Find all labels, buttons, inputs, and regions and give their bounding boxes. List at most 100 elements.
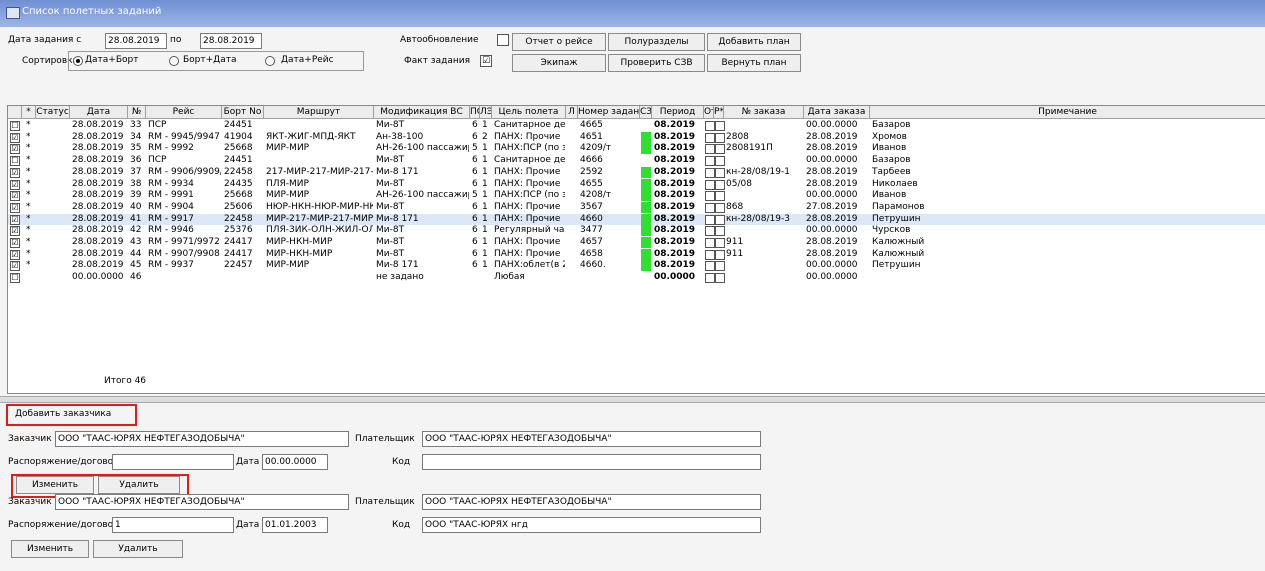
column-header-p[interactable]: Р* bbox=[714, 106, 724, 119]
order-input-1[interactable] bbox=[112, 454, 234, 470]
table-row[interactable]: ☑ * 28.08.2019 35 RM - 9992 25668 МИР-МИР АН-26… bbox=[8, 143, 1265, 155]
column-header-otch[interactable]: Отч bbox=[704, 106, 714, 119]
row-checkbox[interactable]: ☑ bbox=[10, 226, 20, 237]
table-row[interactable]: ☑ * 28.08.2019 39 RM - 9991 25668 МИР-МИР АН-26… bbox=[8, 190, 1265, 202]
row-checkbox[interactable]: ☑ bbox=[10, 179, 20, 190]
column-header-task[interactable]: Номер задания bbox=[578, 106, 640, 119]
table-row[interactable]: ☑ * 28.08.2019 44 RM - 9907/9908 24417 МИР-НКН… bbox=[8, 248, 1265, 260]
table-row[interactable]: ☑ * 28.08.2019 34 RM - 9945/9947 41904 ЯКТ-ЖИГ… bbox=[8, 131, 1265, 143]
report-checkbox[interactable] bbox=[705, 249, 715, 260]
column-header-board[interactable]: Борт No bbox=[222, 106, 264, 119]
row-checkbox[interactable]: ☑ bbox=[10, 191, 20, 202]
column-header-order[interactable]: № заказа bbox=[724, 106, 804, 119]
date-input-2[interactable]: 01.01.2003 bbox=[262, 517, 328, 533]
p-checkbox[interactable] bbox=[715, 167, 725, 178]
row-checkbox[interactable]: ☑ bbox=[10, 261, 20, 272]
column-header-route[interactable]: Маршрут bbox=[264, 106, 374, 119]
panel-splitter[interactable] bbox=[0, 396, 1265, 403]
payer-input-2[interactable]: ООО "ТААС-ЮРЯХ НЕФТЕГАЗОДОБЫЧА" bbox=[422, 494, 761, 510]
sort-date-board-radio[interactable] bbox=[73, 56, 83, 66]
column-header-status[interactable]: Статус bbox=[36, 106, 70, 119]
table-row[interactable]: ☐ 00.00.0000 46 не задано Любая 00.0000 00.00.… bbox=[8, 272, 1265, 284]
column-header-szv[interactable]: СЗВ bbox=[640, 106, 652, 119]
table-row[interactable]: ☑ * 28.08.2019 41 RM - 9917 22458 МИР-217-МИР-… bbox=[8, 213, 1265, 225]
flight-report-button[interactable]: Отчет о рейсе bbox=[512, 33, 606, 51]
p-checkbox[interactable] bbox=[715, 121, 725, 131]
payer-input-1[interactable]: ООО "ТААС-ЮРЯХ НЕФТЕГАЗОДОБЫЧА" bbox=[422, 431, 761, 447]
p-checkbox[interactable] bbox=[715, 261, 725, 272]
column-header-l[interactable]: Л bbox=[566, 106, 578, 119]
report-checkbox[interactable] bbox=[705, 261, 715, 272]
row-checkbox[interactable]: ☐ bbox=[10, 273, 20, 284]
delete-customer-button-2[interactable]: Удалить bbox=[93, 540, 183, 558]
row-checkbox[interactable]: ☑ bbox=[10, 214, 20, 225]
column-header-note[interactable]: Примечание bbox=[870, 106, 1265, 119]
p-checkbox[interactable] bbox=[715, 191, 725, 202]
report-checkbox[interactable] bbox=[705, 191, 715, 202]
table-row[interactable]: ☐ * 28.08.2019 33 ПСР 24451 Ми-8Т 6 1 Санитарное … bbox=[8, 120, 1265, 131]
report-checkbox[interactable] bbox=[705, 214, 715, 225]
table-row[interactable]: ☑ * 28.08.2019 42 RM - 9946 25376 ПЛЯ-ЗЙК-ОЛН-… bbox=[8, 225, 1265, 237]
table-row[interactable]: ☑ * 28.08.2019 43 RM - 9971/9972 24417 МИР-НКН… bbox=[8, 237, 1265, 248]
column-header-purpose[interactable]: Цель полета bbox=[492, 106, 566, 119]
p-checkbox[interactable] bbox=[715, 144, 725, 155]
column-header-model[interactable]: Модификация ВС bbox=[374, 106, 470, 119]
report-checkbox[interactable] bbox=[705, 132, 715, 143]
table-row[interactable]: ☑ * 28.08.2019 38 RM - 9934 24435 ПЛЯ-МИР Ми-8Т… bbox=[8, 178, 1265, 190]
report-checkbox[interactable] bbox=[705, 144, 715, 155]
table-row[interactable]: ☑ * 28.08.2019 40 RM - 9904 25606 НЮР-НКН-НЮР-… bbox=[8, 201, 1265, 213]
table-row[interactable]: ☑ * 28.08.2019 37 RM - 9906/9909/9 22458 217-М… bbox=[8, 166, 1265, 178]
p-checkbox[interactable] bbox=[715, 179, 725, 190]
p-checkbox[interactable] bbox=[715, 214, 725, 225]
column-header-date[interactable]: Дата bbox=[70, 106, 128, 119]
date-from-input[interactable]: 28.08.2019 bbox=[105, 33, 167, 49]
report-checkbox[interactable] bbox=[705, 226, 715, 237]
p-checkbox[interactable] bbox=[715, 132, 725, 143]
return-plan-button[interactable]: Вернуть план bbox=[707, 54, 801, 72]
schedule-button[interactable]: Полуразделы bbox=[608, 33, 705, 51]
table-row[interactable]: ☐ * 28.08.2019 36 ПСР 24451 Ми-8Т 6 1 Санитарное … bbox=[8, 155, 1265, 167]
delete-customer-button-1[interactable]: Удалить bbox=[98, 476, 180, 494]
row-checkbox[interactable]: ☑ bbox=[10, 202, 20, 213]
p-checkbox[interactable] bbox=[715, 249, 725, 260]
date-input-1[interactable]: 00.00.0000 bbox=[262, 454, 328, 470]
column-header-check[interactable] bbox=[8, 106, 22, 119]
column-header-order-date[interactable]: Дата заказа bbox=[804, 106, 870, 119]
code-input-2[interactable]: ООО "ТААС-ЮРЯХ нгд bbox=[422, 517, 761, 533]
row-checkbox[interactable]: ☑ bbox=[10, 167, 20, 178]
check-szv-button[interactable]: Проверить СЗВ bbox=[608, 54, 705, 72]
crew-button[interactable]: Экипаж bbox=[512, 54, 606, 72]
column-header-le[interactable]: ЛЭ bbox=[480, 106, 492, 119]
p-checkbox[interactable] bbox=[715, 273, 725, 284]
report-checkbox[interactable] bbox=[705, 167, 715, 178]
p-checkbox[interactable] bbox=[715, 202, 725, 213]
sort-date-flight-radio[interactable] bbox=[265, 56, 275, 66]
row-checkbox[interactable]: ☐ bbox=[10, 121, 20, 131]
column-header-po[interactable]: ПО bbox=[470, 106, 480, 119]
p-checkbox[interactable] bbox=[715, 226, 725, 237]
report-checkbox[interactable] bbox=[705, 179, 715, 190]
column-header-num[interactable]: № bbox=[128, 106, 146, 119]
row-checkbox[interactable]: ☑ bbox=[10, 249, 20, 260]
report-checkbox[interactable] bbox=[705, 273, 715, 284]
edit-customer-button-1[interactable]: Изменить bbox=[16, 476, 94, 494]
row-checkbox[interactable]: ☑ bbox=[10, 238, 20, 248]
auto-update-checkbox[interactable] bbox=[497, 34, 509, 46]
table-row[interactable]: ☑ * 28.08.2019 45 RM - 9937 22457 МИР-МИР Ми-8 … bbox=[8, 260, 1265, 272]
task-fact-checkbox[interactable]: ☑ bbox=[480, 55, 492, 67]
add-plan-button[interactable]: Добавить план bbox=[707, 33, 801, 51]
sort-board-date-radio[interactable] bbox=[169, 56, 179, 66]
order-input-2[interactable]: 1 bbox=[112, 517, 234, 533]
customer-input-1[interactable]: ООО "ТААС-ЮРЯХ НЕФТЕГАЗОДОБЫЧА" bbox=[55, 431, 349, 447]
report-checkbox[interactable] bbox=[705, 121, 715, 131]
report-checkbox[interactable] bbox=[705, 156, 715, 167]
p-checkbox[interactable] bbox=[715, 156, 725, 167]
customer-input-2[interactable]: ООО "ТААС-ЮРЯХ НЕФТЕГАЗОДОБЫЧА" bbox=[55, 494, 349, 510]
edit-customer-button-2[interactable]: Изменить bbox=[11, 540, 89, 558]
row-checkbox[interactable]: ☑ bbox=[10, 144, 20, 155]
code-input-1[interactable] bbox=[422, 454, 761, 470]
column-header-mark[interactable]: * bbox=[22, 106, 36, 119]
date-to-input[interactable]: 28.08.2019 bbox=[200, 33, 262, 49]
row-checkbox[interactable]: ☐ bbox=[10, 156, 20, 167]
column-header-flight[interactable]: Рейс bbox=[146, 106, 222, 119]
